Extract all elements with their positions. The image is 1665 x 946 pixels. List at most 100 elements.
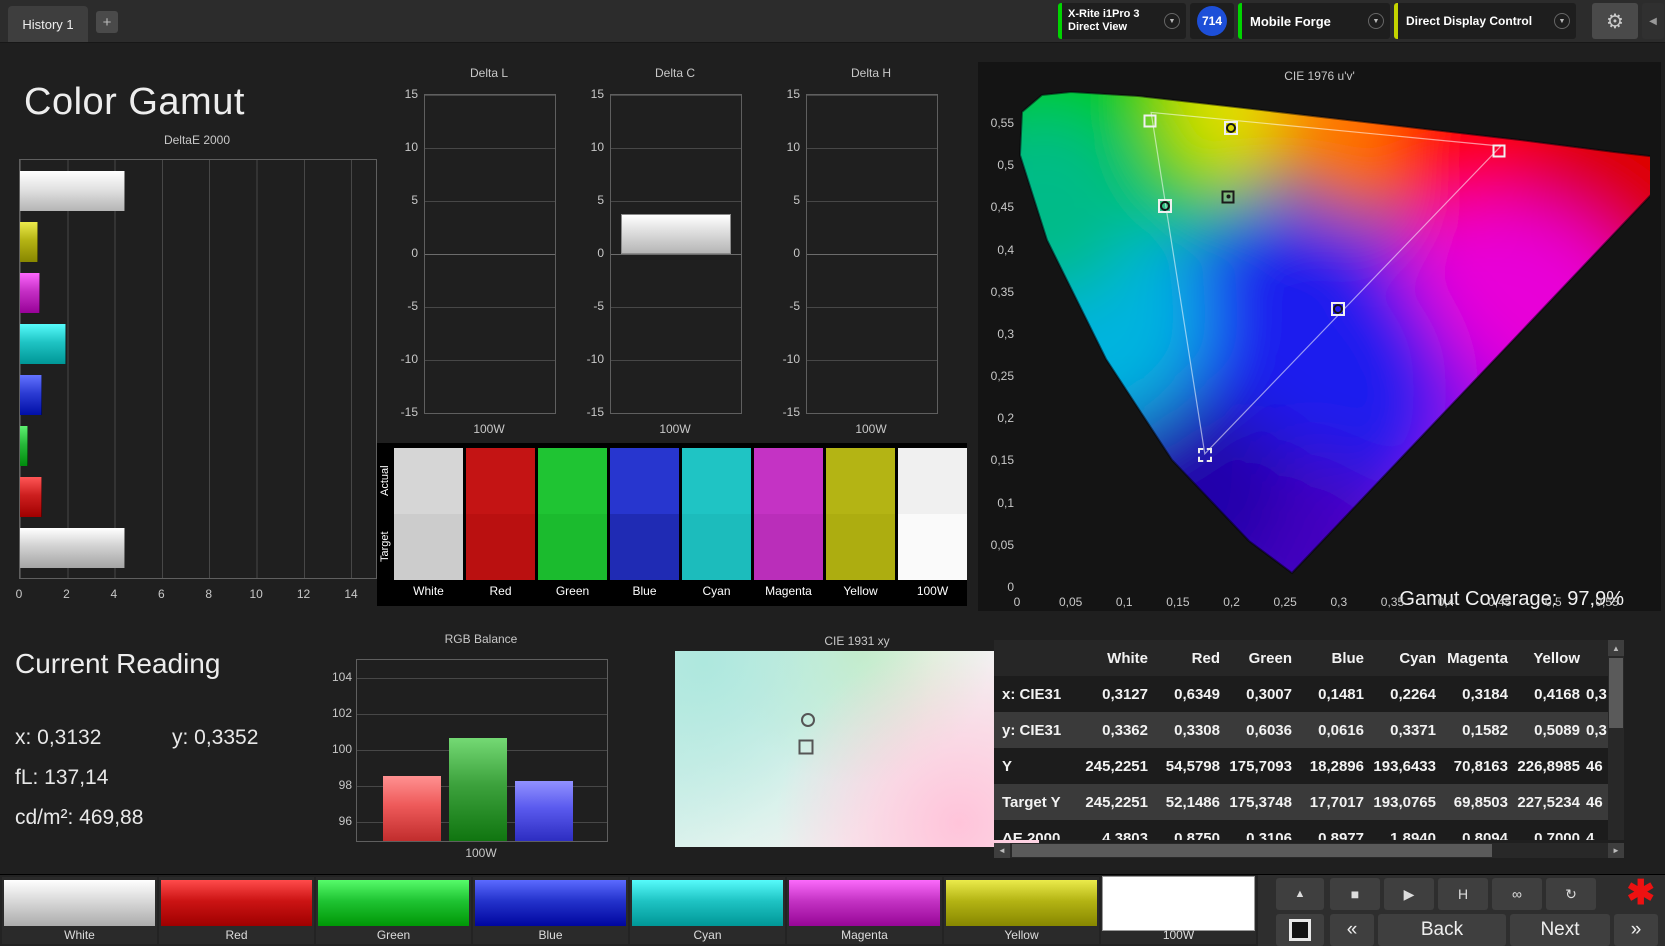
target-patch <box>610 514 679 580</box>
next-button[interactable]: Next <box>1510 914 1610 946</box>
chevron-down-icon: ▼ <box>1554 13 1570 29</box>
display-control-button[interactable]: Direct Display Control ▼ <box>1394 3 1576 39</box>
vertical-scrollbar[interactable]: ▲ <box>1608 640 1624 840</box>
table-cell: 46 <box>1586 757 1603 775</box>
deltae-bar-cyan <box>20 323 66 364</box>
table-cell: 54,5798 <box>1165 757 1220 775</box>
expand-up-button[interactable]: ▲ <box>1276 878 1324 910</box>
swatch-column-cyan: Cyan <box>682 448 751 598</box>
continuous-button[interactable]: ∞ <box>1492 878 1542 910</box>
pattern-swatch-white[interactable]: White <box>2 877 157 944</box>
tab-history-1[interactable]: History 1 <box>8 6 88 42</box>
collapse-panel-button[interactable]: ◀ <box>1642 3 1664 39</box>
swatch-label: Cyan <box>693 928 722 942</box>
scroll-up-button[interactable]: ▲ <box>1608 640 1624 656</box>
next-step-button[interactable]: » <box>1614 914 1658 946</box>
table-cell: 0,3308 <box>1174 721 1220 739</box>
add-tab-button[interactable]: + <box>96 11 118 33</box>
chart-title: DeltaE 2000 <box>163 133 231 147</box>
tick-label: 0,1 <box>997 495 1014 510</box>
gamut-marker-square-dot <box>1221 190 1235 204</box>
table-row: x: CIE31 0,3127 0,6349 0,3007 0,1481 0,2264 0,… <box>994 676 1608 712</box>
pattern-swatch-yellow[interactable]: Yellow <box>944 877 1099 944</box>
swatch-column-magenta: Magenta <box>754 448 823 598</box>
prev-step-button[interactable]: « <box>1330 914 1374 946</box>
play-button[interactable]: ▶ <box>1384 878 1434 910</box>
scroll-thumb[interactable] <box>1609 658 1623 728</box>
deltae-slot <box>20 471 376 522</box>
pattern-source-button[interactable]: Mobile Forge ▼ <box>1238 3 1390 39</box>
actual-patch <box>898 448 967 514</box>
tick-label: -15 <box>782 405 800 419</box>
transport-controls: ■ ▶ H ∞ ↻ <box>1330 878 1596 910</box>
swatch-label: Yellow <box>843 583 878 598</box>
rgb-bar-green <box>449 737 507 841</box>
swatch-column-green: Green <box>538 448 607 598</box>
back-button[interactable]: Back <box>1378 914 1506 946</box>
rgb-balance-chart: RGB Balance 104 102 100 98 96 100W <box>330 632 622 864</box>
rgb-plot <box>356 659 608 842</box>
tick-label: 8 <box>205 587 213 601</box>
actual-row-label: Actual <box>379 465 391 497</box>
pattern-swatch-blue[interactable]: Blue <box>473 877 628 944</box>
pattern-swatch-cyan[interactable]: Cyan <box>630 877 785 944</box>
pattern-swatch-red[interactable]: Red <box>159 877 314 944</box>
chevron-left-icon: ◀ <box>1649 15 1657 27</box>
table-cell: 0,6349 <box>1174 685 1220 703</box>
row-header: ΔE 2000 <box>1002 829 1061 841</box>
swatch-label: 100W <box>916 583 949 598</box>
scroll-right-button[interactable]: ► <box>1608 843 1624 858</box>
tick-label: 0,55 <box>990 116 1014 130</box>
deltae-slot <box>20 420 376 471</box>
pattern-window-button[interactable] <box>1276 914 1324 946</box>
tick-label: 0,5 <box>997 158 1014 173</box>
pattern-delay-button[interactable]: 714 <box>1190 3 1234 39</box>
topbar: History 1 + X-Rite i1Pro 3 Direct View ▼… <box>0 0 1665 43</box>
table-cell: 0,3007 <box>1246 685 1292 703</box>
chart-title: Delta H <box>850 66 891 80</box>
settings-button[interactable]: ⚙ <box>1592 3 1638 39</box>
gamut-marker-circle-square <box>1223 120 1238 135</box>
gamut-marker-circle-square <box>1158 198 1173 213</box>
swatch-color <box>946 880 1097 926</box>
deltae-slot <box>20 267 376 318</box>
stop-button[interactable]: ■ <box>1330 878 1380 910</box>
navigation-row: « Back Next » <box>1330 914 1658 946</box>
pattern-swatch-green[interactable]: Green <box>316 877 471 944</box>
rgb-y-axis: 104 102 100 98 96 <box>330 670 352 828</box>
horizontal-scrollbar[interactable]: ◄ ► <box>994 843 1624 858</box>
loop-button[interactable]: ↻ <box>1546 878 1596 910</box>
table-row: Y 245,2251 54,5798 175,7093 18,2896 193,6433 7… <box>994 748 1608 784</box>
table-cell: 0,4168 <box>1534 685 1580 703</box>
x-axis-label: 100W <box>659 422 691 436</box>
table-row: y: CIE31 0,3362 0,3308 0,6036 0,0616 0,3371 0,… <box>994 712 1608 748</box>
swatch-column-red: Red <box>466 448 535 598</box>
tick-label: 0,15 <box>990 453 1014 468</box>
deltae-x-axis: 0 2 4 6 8 10 12 14 <box>16 587 358 603</box>
tick-label: -15 <box>586 405 604 419</box>
target-patch <box>466 514 535 580</box>
pattern-swatch-100w[interactable]: 100W <box>1101 877 1256 944</box>
table-cell: 0,3184 <box>1462 685 1508 703</box>
scroll-left-button[interactable]: ◄ <box>994 843 1010 858</box>
table-header-cell: Green <box>1248 649 1292 667</box>
table-cell: 245,2251 <box>1085 793 1148 811</box>
deltae-slot <box>20 165 376 216</box>
reading-fl: fL: 137,14 <box>15 766 109 789</box>
swatch-label: Cyan <box>702 583 731 598</box>
delta-l-plot <box>424 94 556 414</box>
delta-c-bar <box>621 213 731 254</box>
meter-button[interactable]: X-Rite i1Pro 3 Direct View ▼ <box>1058 3 1186 39</box>
table-cell: 175,7093 <box>1229 757 1292 775</box>
table-row: ΔE 2000 4,3803 0,8750 0,3106 0,8977 1,8940 0,8… <box>994 820 1608 840</box>
scroll-track[interactable] <box>1010 843 1608 858</box>
actual-patch <box>610 448 679 514</box>
table-header-cell: Blue <box>1331 649 1364 667</box>
table-cell: 46 <box>1586 793 1603 811</box>
step-button[interactable]: H <box>1438 878 1488 910</box>
tick-label: 0,35 <box>1380 595 1405 609</box>
pattern-swatch-magenta[interactable]: Magenta <box>787 877 942 944</box>
actual-target-strip: Actual Target White Red Green Blue Cyan Magen… <box>377 443 967 606</box>
tick-label: 0,15 <box>1166 595 1190 609</box>
scroll-thumb[interactable] <box>1012 844 1492 857</box>
